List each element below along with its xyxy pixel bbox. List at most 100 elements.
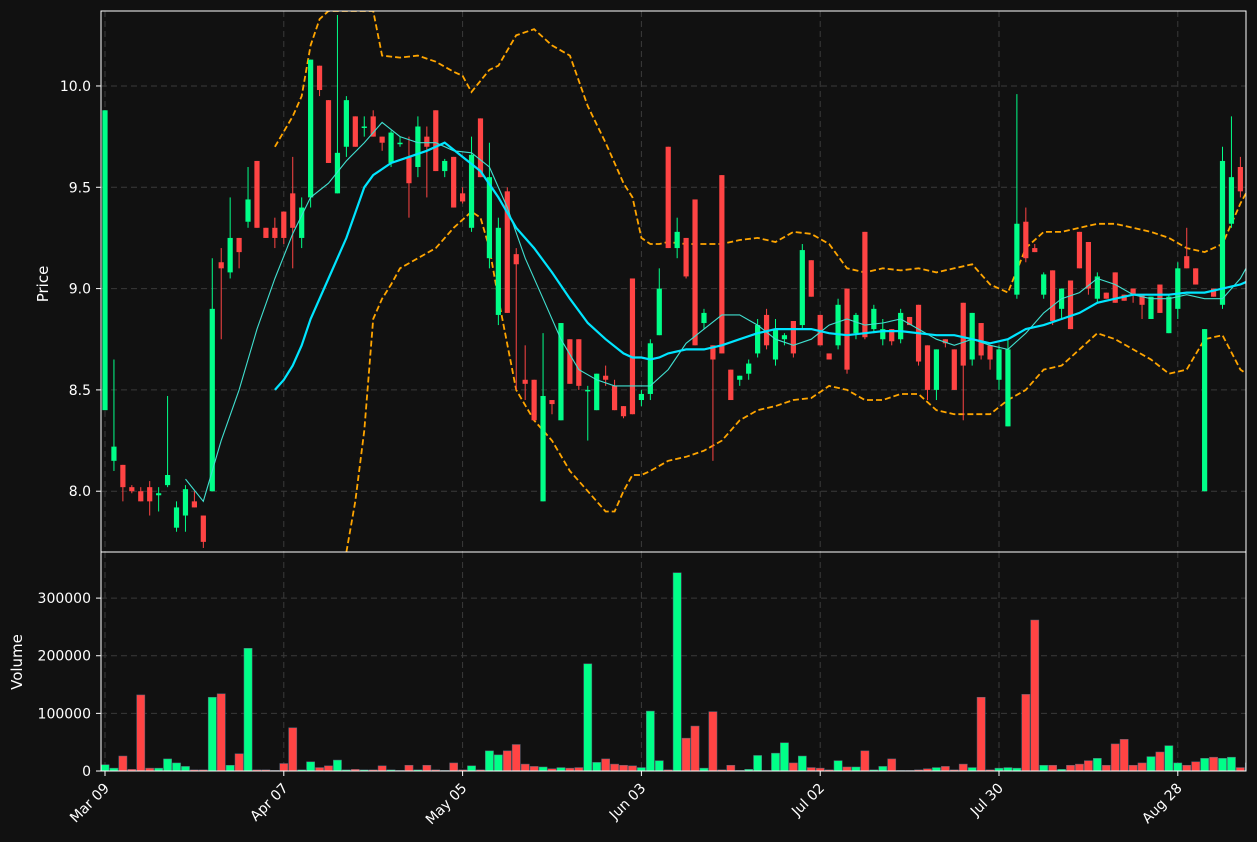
volume-bar xyxy=(967,767,977,771)
candle-body xyxy=(772,329,779,360)
candle-body xyxy=(227,237,233,273)
volume-bar xyxy=(288,727,298,771)
candle-body xyxy=(692,199,698,346)
candle-body xyxy=(531,379,537,421)
candle-body xyxy=(182,489,189,516)
candle-body xyxy=(1023,221,1029,259)
candle-body xyxy=(656,288,662,336)
candle-body xyxy=(120,464,126,488)
volume-bar xyxy=(1137,762,1147,771)
volume-bar xyxy=(1101,764,1111,771)
candle-body xyxy=(755,325,761,354)
candle-body xyxy=(1085,241,1091,289)
volume-bar xyxy=(958,763,968,771)
candle-body xyxy=(1103,292,1109,299)
candle-body xyxy=(746,363,752,374)
candle-body xyxy=(102,110,108,411)
volume-bar xyxy=(404,764,414,771)
volume-bar xyxy=(1075,763,1084,771)
volume-bar xyxy=(1048,764,1057,771)
volume-bar xyxy=(136,694,146,771)
volume-bar xyxy=(1209,756,1218,771)
volume-tick-label: 0 xyxy=(82,764,91,780)
candle-body xyxy=(1014,223,1020,295)
candle-body xyxy=(1184,256,1190,269)
candle-body xyxy=(701,312,707,324)
candle-body xyxy=(164,475,171,486)
volume-tick-label: 300000 xyxy=(38,591,91,607)
candle-body xyxy=(567,339,573,384)
candle-body xyxy=(308,59,314,198)
volume-bar xyxy=(556,767,566,771)
candle-body xyxy=(406,156,412,184)
candle-body xyxy=(585,389,591,392)
volume-bar xyxy=(628,765,637,771)
candle-body xyxy=(200,515,206,542)
candle-body xyxy=(343,100,349,147)
volume-bar xyxy=(511,744,521,771)
volume-bar xyxy=(771,752,780,771)
candle-body xyxy=(898,312,904,340)
candle-body xyxy=(460,193,466,202)
volume-bar xyxy=(941,766,950,771)
volume-bar xyxy=(726,764,736,771)
volume-bar xyxy=(780,742,789,771)
volume-bar xyxy=(645,710,655,771)
candle-body xyxy=(996,349,1002,380)
volume-bar xyxy=(1218,758,1227,771)
volume-bar xyxy=(1110,743,1120,771)
candle-body xyxy=(790,321,796,354)
candle-body xyxy=(728,369,734,401)
candle-body xyxy=(147,487,153,502)
candle-body xyxy=(603,375,609,380)
volume-bar xyxy=(529,766,539,771)
candle-body xyxy=(424,136,430,147)
volume-bar xyxy=(1227,756,1236,771)
volume-bar xyxy=(1030,619,1040,771)
volume-bar xyxy=(333,759,342,771)
volume-bar xyxy=(1119,739,1129,771)
volume-bar xyxy=(833,760,843,771)
candle-body xyxy=(316,65,323,91)
candle-body xyxy=(263,227,269,238)
volume-bar xyxy=(324,765,333,771)
candle-body xyxy=(540,395,546,502)
volume-bar xyxy=(654,760,664,771)
candle-body xyxy=(611,385,618,411)
candle-body xyxy=(620,406,627,417)
volume-bar xyxy=(243,647,253,771)
volume-bar xyxy=(601,758,610,771)
candle-body xyxy=(951,349,957,390)
candle-body xyxy=(737,375,743,380)
volume-bar xyxy=(1003,767,1013,771)
candle-body xyxy=(638,393,644,401)
volume-bar xyxy=(842,766,852,771)
volume-bar xyxy=(163,758,172,771)
volume-bar xyxy=(1164,745,1174,771)
volume-bar xyxy=(583,663,593,771)
candle-body xyxy=(835,304,841,346)
volume-tick-label: 200000 xyxy=(38,649,91,665)
volume-bar xyxy=(494,754,503,771)
candle-body xyxy=(370,116,376,137)
candle-body xyxy=(397,142,403,145)
candle-body xyxy=(129,487,135,492)
candle-body xyxy=(334,152,341,194)
candle-body xyxy=(1076,231,1083,269)
candle-body xyxy=(1202,329,1208,492)
volume-bar xyxy=(181,766,190,771)
volume-bar xyxy=(1039,764,1049,771)
candle-body xyxy=(549,400,555,405)
volume-bar xyxy=(502,750,512,771)
volume-bar xyxy=(216,693,226,771)
candle-body xyxy=(799,250,805,326)
candle-body xyxy=(156,493,162,496)
volume-axis-label: Volume xyxy=(8,634,26,690)
volume-bar xyxy=(485,750,494,771)
candle-body xyxy=(853,314,859,334)
volume-bar xyxy=(1021,694,1031,771)
candle-body xyxy=(236,237,242,253)
candle-body xyxy=(433,110,439,172)
candle-body xyxy=(933,349,940,390)
candle-body xyxy=(486,177,493,259)
